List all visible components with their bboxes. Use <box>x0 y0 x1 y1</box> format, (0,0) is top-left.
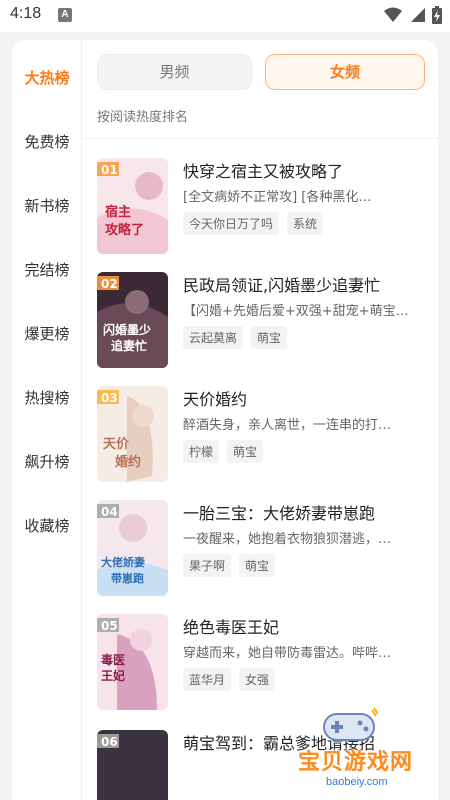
book-author-tag[interactable]: 今天你日万了吗 <box>183 212 280 235</box>
book-title[interactable]: 民政局领证,闪婚墨少追妻忙 <box>183 272 433 296</box>
book-genre-tag[interactable]: 萌宝 <box>227 440 264 463</box>
rank-sheet: 大热榜 免费榜 新书榜 完结榜 爆更榜 热搜榜 飙升榜 收藏榜 男频 女频 按阅… <box>12 40 438 800</box>
book-desc: [全文病娇不正常攻] [各种黑化… <box>183 190 372 205</box>
notification-a-icon: A <box>58 8 72 22</box>
rank-badge: 02 <box>101 277 118 291</box>
sidebar-item-favorites[interactable]: 收藏榜 <box>12 515 82 536</box>
book-desc: 醉酒失身，亲人离世，一连串的打… <box>183 418 392 433</box>
book-tags: 蓝华月 女强 <box>183 668 276 691</box>
book-author-tag[interactable]: 果子啊 <box>183 554 232 577</box>
book-tags: 柠檬 萌宝 <box>183 440 264 463</box>
tab-male[interactable]: 男频 <box>97 54 252 90</box>
svg-text:天价: 天价 <box>103 437 130 452</box>
book-desc: 穿越而来，她自带防毒雷达。哔哔… <box>183 646 392 661</box>
status-icons <box>384 6 442 24</box>
book-title[interactable]: 一胎三宝：大佬娇妻带崽跑 <box>183 500 433 524</box>
gamepad-icon <box>323 708 378 741</box>
svg-text:毒医: 毒医 <box>101 652 125 667</box>
book-title[interactable]: 天价婚约 <box>183 386 433 410</box>
sidebar-item-updates[interactable]: 爆更榜 <box>12 323 82 344</box>
book-item[interactable]: 大佬娇妻 带崽跑 04 一胎三宝：大佬娇妻带崽跑 一夜醒来，她抱着衣物狼狈潜逃，… <box>97 500 427 600</box>
book-tags: 今天你日万了吗 系统 <box>183 212 324 235</box>
sidebar-item-free[interactable]: 免费榜 <box>12 131 82 152</box>
sidebar-item-new[interactable]: 新书榜 <box>12 195 82 216</box>
svg-text:宿主: 宿主 <box>105 204 131 220</box>
book-author-tag[interactable]: 云起莫离 <box>183 326 244 349</box>
book-desc: 【闪婚+先婚后爱+双强+甜宠+萌宝… <box>183 304 409 319</box>
svg-text:王妃: 王妃 <box>101 668 125 683</box>
svg-text:攻略了: 攻略了 <box>105 222 144 238</box>
book-item[interactable]: 天价 婚约 03 天价婚约 醉酒失身，亲人离世，一连串的打… 柠檬 萌宝 <box>97 386 427 486</box>
status-time: 4:18 <box>10 5 42 22</box>
book-genre-tag[interactable]: 萌宝 <box>251 326 288 349</box>
watermark-name: 宝贝游戏网 <box>298 750 414 775</box>
status-bar: 4:18 A <box>0 0 450 32</box>
svg-text:追妻忙: 追妻忙 <box>111 338 147 353</box>
book-title[interactable]: 快穿之宿主又被攻略了 <box>183 158 433 182</box>
tab-female[interactable]: 女频 <box>265 54 425 90</box>
book-desc: 一夜醒来，她抱着衣物狼狈潜逃，… <box>183 532 392 547</box>
rank-badge: 04 <box>101 505 118 519</box>
battery-icon <box>432 6 442 24</box>
svg-text:婚约: 婚约 <box>115 454 141 470</box>
book-item[interactable]: 毒医 王妃 05 绝色毒医王妃 穿越而来，她自带防毒雷达。哔哔… 蓝华月 女强 <box>97 614 427 714</box>
sidebar-item-hot[interactable]: 大热榜 <box>12 67 82 88</box>
watermark-url: baobeiy.com <box>326 776 388 788</box>
book-title[interactable]: 绝色毒医王妃 <box>183 614 433 638</box>
site-watermark: 宝贝游戏网 baobeiy.com <box>296 708 450 800</box>
sort-label: 按阅读热度排名 <box>97 110 189 125</box>
book-author-tag[interactable]: 蓝华月 <box>183 668 232 691</box>
book-author-tag[interactable]: 柠檬 <box>183 440 220 463</box>
book-tags: 果子啊 萌宝 <box>183 554 276 577</box>
book-genre-tag[interactable]: 女强 <box>239 668 276 691</box>
rank-badge: 05 <box>101 619 118 633</box>
book-tags: 云起莫离 萌宝 <box>183 326 288 349</box>
book-item[interactable]: 闪婚墨少 追妻忙 02 民政局领证,闪婚墨少追妻忙 【闪婚+先婚后爱+双强+甜宠… <box>97 272 427 372</box>
sidebar-item-finished[interactable]: 完结榜 <box>12 259 82 280</box>
book-genre-tag[interactable]: 萌宝 <box>239 554 276 577</box>
sidebar-item-search[interactable]: 热搜榜 <box>12 387 82 408</box>
book-item[interactable]: 宿主 攻略了 01 快穿之宿主又被攻略了 [全文病娇不正常攻] [各种黑化… 今… <box>97 158 427 258</box>
svg-text:大佬娇妻: 大佬娇妻 <box>101 555 145 569</box>
rank-badge: 06 <box>101 735 118 749</box>
signal-icon <box>411 8 425 22</box>
rank-main: 男频 女频 按阅读热度排名 宿主 攻略了 01 快穿之宿主又被攻略了 [全文病娇… <box>83 40 438 800</box>
rank-badge: 01 <box>101 163 118 177</box>
divider <box>83 138 438 139</box>
rank-badge: 03 <box>101 391 118 405</box>
svg-text:带崽跑: 带崽跑 <box>111 571 144 585</box>
book-genre-tag[interactable]: 系统 <box>287 212 324 235</box>
sidebar-item-rising[interactable]: 飙升榜 <box>12 451 82 472</box>
svg-text:闪婚墨少: 闪婚墨少 <box>103 322 151 337</box>
rank-sidebar: 大热榜 免费榜 新书榜 完结榜 爆更榜 热搜榜 飙升榜 收藏榜 <box>12 40 82 800</box>
wifi-icon <box>384 7 402 22</box>
